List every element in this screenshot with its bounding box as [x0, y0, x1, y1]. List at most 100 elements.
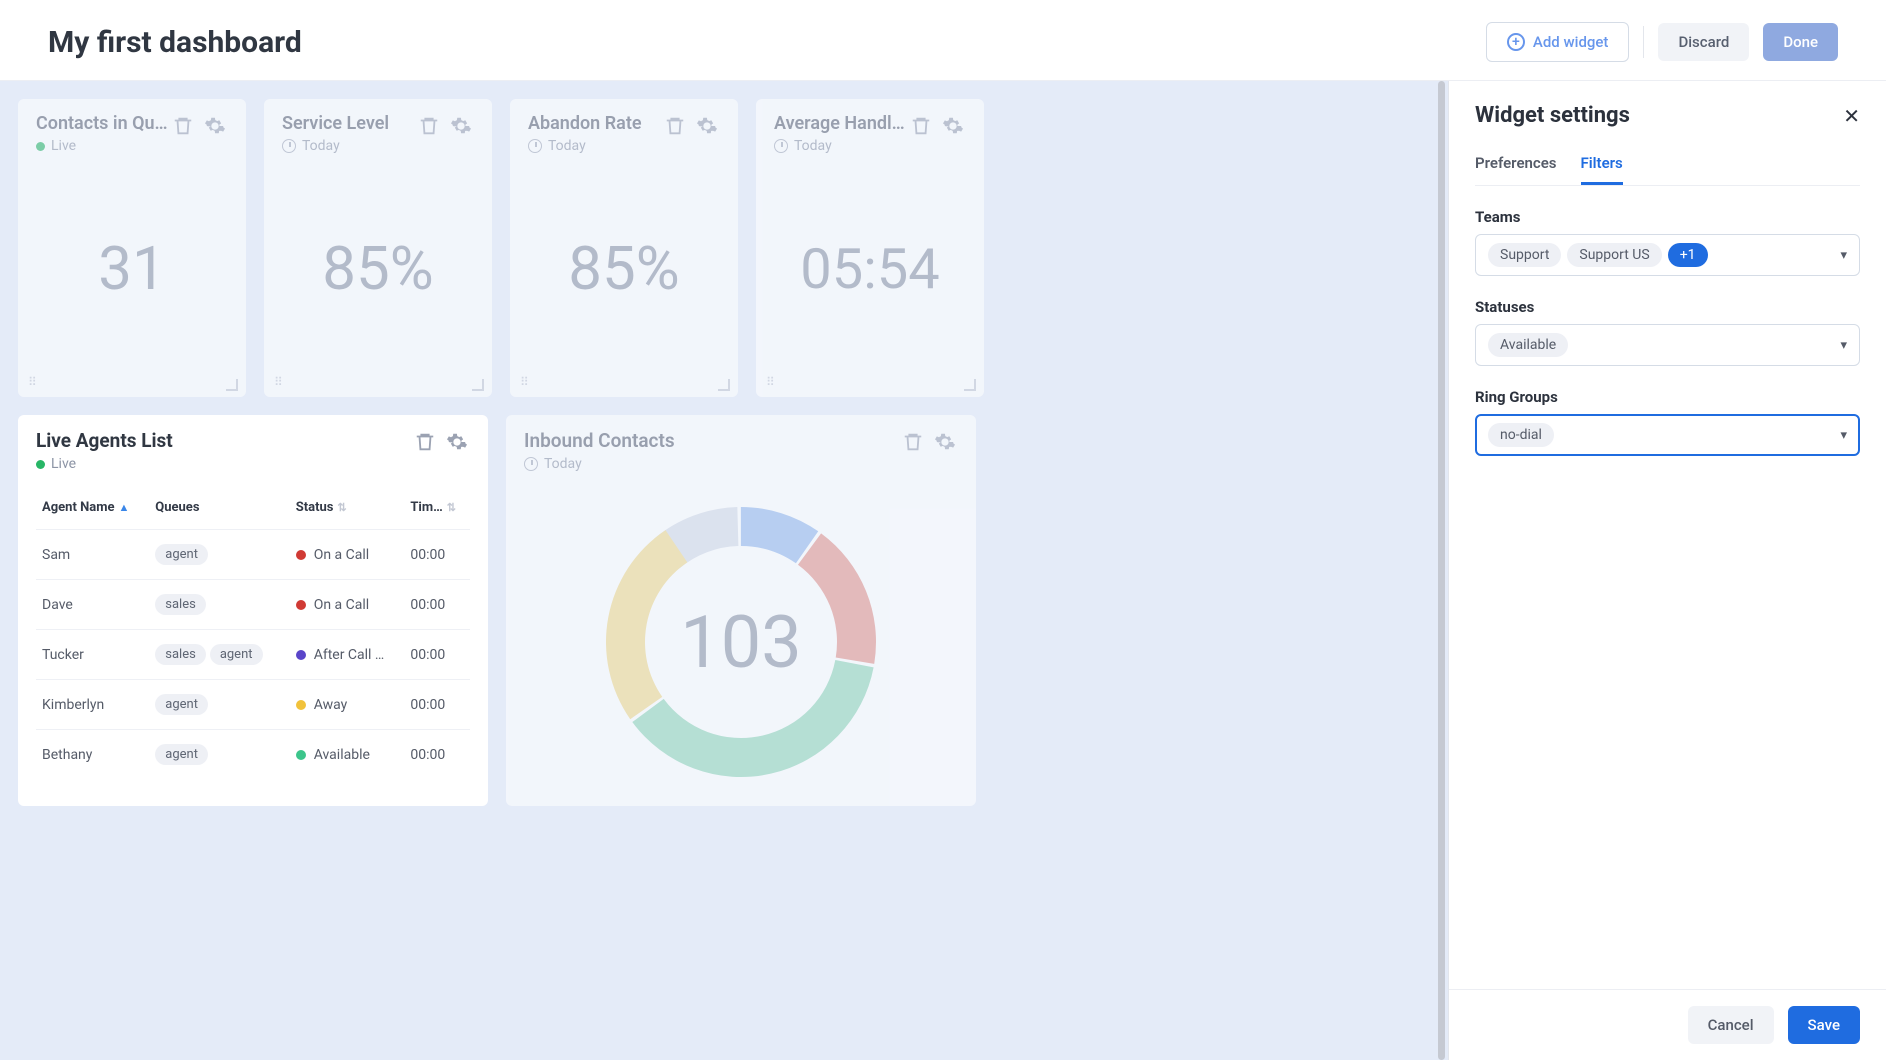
trash-icon[interactable] — [416, 113, 442, 139]
tab-filters[interactable]: Filters — [1581, 148, 1623, 185]
col-status[interactable]: Status⇅ — [290, 490, 405, 530]
chip[interactable]: Support US — [1567, 243, 1661, 267]
drag-handle-icon[interactable]: ⠿ — [274, 375, 281, 389]
settings-title: Widget settings — [1475, 103, 1630, 128]
dashboard-canvas: Contacts in Qu… Live 31 ⠿ Service Level — [0, 81, 1448, 1060]
chevron-down-icon: ▾ — [1840, 428, 1847, 443]
widget-subtitle: Live — [51, 456, 76, 472]
agent-name: Dave — [36, 580, 149, 630]
chevron-down-icon: ▾ — [1840, 338, 1847, 353]
metric-value: 05:54 — [774, 154, 966, 383]
widget-inbound-contacts[interactable]: Inbound Contacts Today 103 — [506, 415, 976, 806]
agent-status: On a Call — [290, 580, 405, 630]
divider — [1643, 26, 1644, 58]
chip[interactable]: no-dial — [1488, 423, 1554, 447]
trash-icon[interactable] — [900, 429, 926, 455]
drag-handle-icon[interactable]: ⠿ — [520, 375, 527, 389]
trash-icon[interactable] — [662, 113, 688, 139]
resize-handle-icon[interactable] — [472, 379, 484, 391]
agents-table: Agent Name▲ Queues Status⇅ Tim…⇅ Sam age… — [36, 490, 470, 779]
clock-icon — [774, 139, 788, 153]
donut-segment — [798, 533, 876, 664]
status-dot-icon — [296, 600, 306, 610]
settings-footer: Cancel Save — [1449, 989, 1886, 1060]
gear-icon[interactable] — [940, 113, 966, 139]
teams-select[interactable]: SupportSupport US +1 ▾ — [1475, 234, 1860, 276]
chip-more[interactable]: +1 — [1668, 243, 1708, 267]
resize-handle-icon[interactable] — [964, 379, 976, 391]
widget-title: Average Handl… — [774, 113, 905, 134]
table-row[interactable]: Tucker salesagent After Call … 00:00 — [36, 630, 470, 680]
agent-status: After Call … — [290, 630, 405, 680]
chip[interactable]: Support — [1488, 243, 1561, 267]
widget-title: Live Agents List — [36, 429, 173, 452]
add-widget-label: Add widget — [1533, 33, 1609, 51]
col-time[interactable]: Tim…⇅ — [404, 490, 470, 530]
widget-average-handling[interactable]: Average Handl… Today 05:54 ⠿ — [756, 99, 984, 397]
agent-queues: agent — [149, 680, 289, 730]
widget-subtitle: Today — [794, 138, 832, 154]
widget-live-agents[interactable]: Live Agents List Live Agent Name▲ Queues — [18, 415, 488, 806]
discard-button[interactable]: Discard — [1658, 23, 1749, 61]
widget-subtitle: Today — [544, 456, 582, 472]
topbar: My first dashboard + Add widget Discard … — [0, 0, 1886, 81]
trash-icon[interactable] — [170, 113, 196, 139]
agent-time: 00:00 — [404, 680, 470, 730]
teams-label: Teams — [1475, 208, 1860, 226]
page-title: My first dashboard — [48, 25, 302, 60]
table-row[interactable]: Dave sales On a Call 00:00 — [36, 580, 470, 630]
gear-icon[interactable] — [444, 429, 470, 455]
drag-handle-icon[interactable]: ⠿ — [28, 375, 35, 389]
tab-preferences[interactable]: Preferences — [1475, 148, 1557, 185]
sort-icon: ⇅ — [337, 501, 346, 514]
queue-pill: agent — [210, 644, 263, 665]
widget-service-level[interactable]: Service Level Today 85% ⠿ — [264, 99, 492, 397]
chevron-down-icon: ▾ — [1840, 248, 1847, 263]
settings-tabs: Preferences Filters — [1475, 148, 1860, 186]
statuses-select[interactable]: Available ▾ — [1475, 324, 1860, 366]
agent-time: 00:00 — [404, 730, 470, 780]
sort-asc-icon: ▲ — [119, 501, 130, 514]
gear-icon[interactable] — [448, 113, 474, 139]
widget-title: Abandon Rate — [528, 113, 642, 134]
resize-handle-icon[interactable] — [226, 379, 238, 391]
gear-icon[interactable] — [932, 429, 958, 455]
trash-icon[interactable] — [412, 429, 438, 455]
clock-icon — [282, 139, 296, 153]
gear-icon[interactable] — [694, 113, 720, 139]
donut-segment — [606, 530, 687, 719]
trash-icon[interactable] — [908, 113, 934, 139]
cancel-button[interactable]: Cancel — [1688, 1006, 1774, 1044]
topbar-actions: + Add widget Discard Done — [1486, 22, 1838, 62]
metric-value: 31 — [36, 154, 228, 383]
agent-queues: agent — [149, 730, 289, 780]
save-button[interactable]: Save — [1788, 1006, 1860, 1044]
drag-handle-icon[interactable]: ⠿ — [766, 375, 773, 389]
gear-icon[interactable] — [202, 113, 228, 139]
done-button[interactable]: Done — [1763, 23, 1838, 61]
widget-contacts-in-queue[interactable]: Contacts in Qu… Live 31 ⠿ — [18, 99, 246, 397]
table-row[interactable]: Bethany agent Available 00:00 — [36, 730, 470, 780]
agent-time: 00:00 — [404, 530, 470, 580]
chip[interactable]: Available — [1488, 333, 1568, 357]
col-agent-name[interactable]: Agent Name▲ — [36, 490, 149, 530]
close-icon[interactable]: ✕ — [1843, 104, 1860, 128]
status-dot-icon — [296, 650, 306, 660]
statuses-label: Statuses — [1475, 298, 1860, 316]
widget-abandon-rate[interactable]: Abandon Rate Today 85% ⠿ — [510, 99, 738, 397]
live-dot-icon — [36, 460, 45, 469]
table-row[interactable]: Kimberlyn agent Away 00:00 — [36, 680, 470, 730]
queue-pill: agent — [155, 744, 208, 765]
col-queues[interactable]: Queues — [149, 490, 289, 530]
metric-value: 85% — [282, 154, 474, 383]
resize-handle-icon[interactable] — [718, 379, 730, 391]
ring-groups-select[interactable]: no-dial ▾ — [1475, 414, 1860, 456]
add-widget-button[interactable]: + Add widget — [1486, 22, 1630, 62]
agent-queues: sales — [149, 580, 289, 630]
queue-pill: sales — [155, 594, 206, 615]
queue-pill: agent — [155, 544, 208, 565]
agent-name: Sam — [36, 530, 149, 580]
table-row[interactable]: Sam agent On a Call 00:00 — [36, 530, 470, 580]
widget-title: Contacts in Qu… — [36, 113, 168, 134]
clock-icon — [528, 139, 542, 153]
